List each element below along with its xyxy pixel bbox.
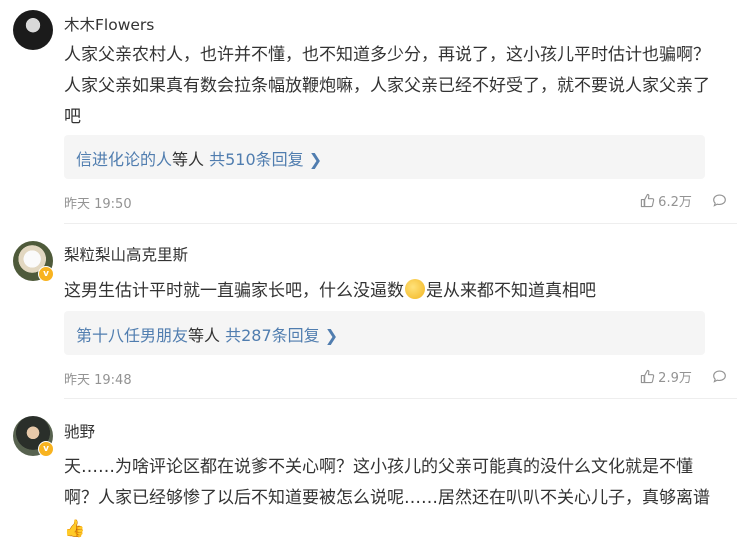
comment-text-part-1: 这男生估计平时就一直骗家长吧，什么没逼数 bbox=[64, 281, 404, 301]
chevron-right-icon: ❯ bbox=[308, 150, 323, 169]
avatar[interactable] bbox=[13, 10, 53, 50]
like-count: 2.9万 bbox=[658, 371, 692, 386]
thumbs-up-icon bbox=[641, 369, 655, 384]
comment-text: 人家父亲农村人，也许并不懂，也不知道多少分，再说了，这小孩儿平时估计也骗啊？人家… bbox=[64, 45, 710, 127]
comment-text: 这男生估计平时就一直骗家长吧，什么没逼数 是从来都不知道真相吧 bbox=[64, 276, 716, 307]
comment-text: 天……为啥评论区都在说爹不关心啊？这小孩儿的父亲可能真的没什么文化就是不懂啊？人… bbox=[64, 452, 716, 545]
thumbs-up-emoji: 👍 bbox=[64, 519, 86, 539]
comment-time: 昨天 19:50 bbox=[64, 197, 132, 212]
divider bbox=[64, 223, 737, 224]
comment-button[interactable] bbox=[712, 193, 727, 208]
comment-text-part-2: 是从来都不知道真相吧 bbox=[426, 281, 596, 301]
like-button[interactable]: 6.2万 bbox=[640, 191, 692, 210]
comment-actions: 2.9万 bbox=[624, 367, 727, 388]
verified-badge-icon: v bbox=[38, 266, 54, 282]
thumbs-up-icon bbox=[641, 193, 655, 208]
comment-bubble-icon bbox=[713, 194, 726, 207]
verified-badge-icon: v bbox=[38, 441, 54, 457]
reply-mid-text: 等人 bbox=[172, 150, 205, 169]
comment-time: 昨天 19:48 bbox=[64, 373, 132, 388]
reply-count-link[interactable]: 共510条回复 bbox=[209, 150, 304, 169]
like-count: 6.2万 bbox=[658, 195, 692, 210]
reply-count-link[interactable]: 共287条回复 bbox=[225, 326, 320, 345]
comment-text-body: 天……为啥评论区都在说爹不关心啊？这小孩儿的父亲可能真的没什么文化就是不懂啊？人… bbox=[64, 457, 710, 508]
chevron-right-icon: ❯ bbox=[324, 326, 339, 345]
comment-actions: 6.2万 bbox=[624, 191, 727, 212]
like-button[interactable]: 2.9万 bbox=[640, 367, 692, 386]
reply-user-link[interactable]: 第十八任男朋友 bbox=[76, 326, 188, 345]
username[interactable]: 梨粒梨山高克里斯 bbox=[64, 243, 188, 265]
smiley-emoji-icon bbox=[405, 279, 425, 299]
comment-bubble-icon bbox=[713, 370, 726, 383]
reply-summary[interactable]: 第十八任男朋友等人 共287条回复 ❯ bbox=[64, 311, 705, 355]
reply-summary[interactable]: 信进化论的人等人 共510条回复 ❯ bbox=[64, 135, 705, 179]
divider bbox=[64, 398, 737, 399]
reply-user-link[interactable]: 信进化论的人 bbox=[76, 150, 172, 169]
username[interactable]: 驰野 bbox=[64, 420, 95, 442]
reply-mid-text: 等人 bbox=[188, 326, 221, 345]
username[interactable]: 木木Flowers bbox=[64, 13, 154, 35]
comment-button[interactable] bbox=[712, 369, 727, 384]
